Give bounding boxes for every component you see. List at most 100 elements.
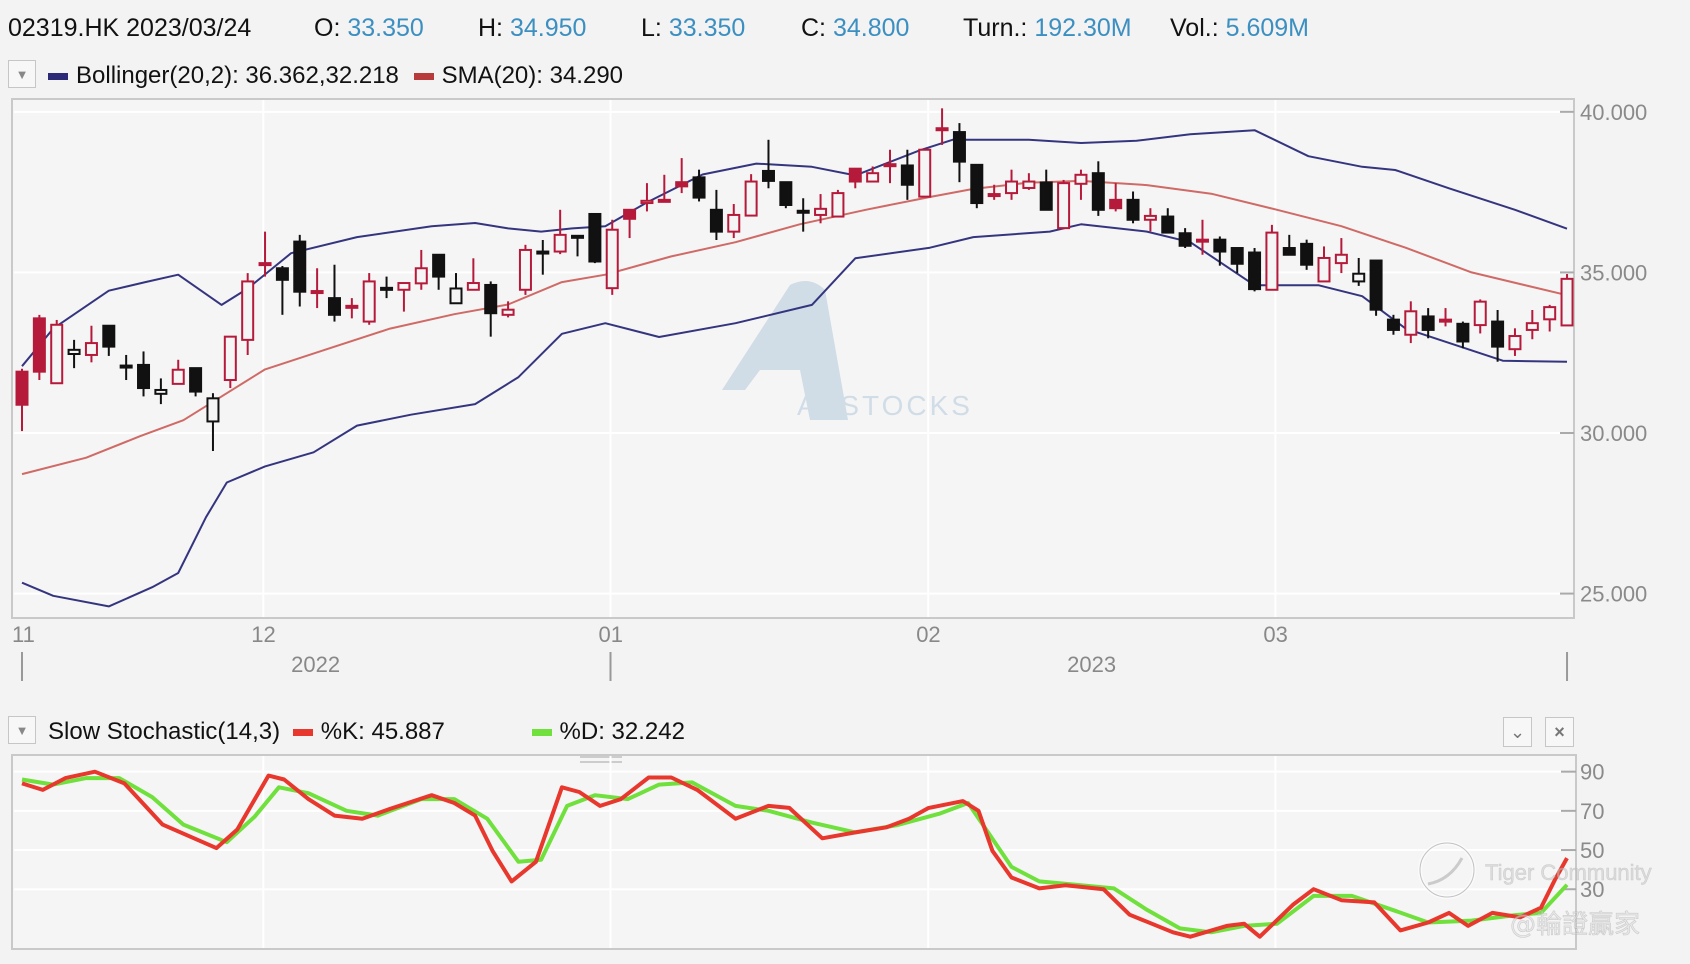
- candle-body: [449, 287, 463, 305]
- candle-body: [345, 304, 359, 309]
- candle-body: [588, 212, 602, 263]
- handle-watermark-text: @輪證贏家: [1510, 910, 1640, 940]
- candle-body: [484, 283, 498, 315]
- candle-body: [327, 297, 341, 316]
- candle-body: [171, 368, 185, 385]
- candle-body: [1300, 242, 1314, 266]
- candle-body: [137, 363, 151, 390]
- candle: [1265, 224, 1279, 291]
- candle: [1560, 274, 1574, 327]
- candle-body: [883, 163, 897, 168]
- candle-body: [241, 280, 255, 341]
- candle-body: [1265, 231, 1279, 291]
- month-label: 02: [916, 622, 940, 647]
- candle: [605, 219, 619, 295]
- candle-body: [761, 169, 775, 182]
- tiger-watermark-text: Tiger Community: [1485, 860, 1652, 885]
- candle-body: [866, 172, 880, 183]
- candle-body: [935, 127, 949, 132]
- candle-body: [900, 164, 914, 186]
- candle-body: [1543, 306, 1557, 321]
- candle-body: [536, 250, 550, 255]
- candle: [1369, 259, 1383, 316]
- candle-body: [1369, 259, 1383, 311]
- candle-body: [189, 367, 203, 393]
- main-ytick-label: 35.000: [1580, 260, 1647, 285]
- candle-body: [1456, 322, 1470, 343]
- candle-body: [605, 228, 619, 290]
- candle-body: [466, 282, 480, 291]
- candle: [362, 273, 376, 325]
- month-label: 01: [599, 622, 623, 647]
- candle-body: [310, 290, 324, 295]
- aastocks-watermark-text: AASTOCKS: [797, 390, 973, 421]
- main-ytick-label: 30.000: [1580, 421, 1647, 446]
- candle-body: [518, 248, 532, 291]
- candle-body: [1091, 172, 1105, 211]
- candle-body: [380, 286, 394, 291]
- candle-body: [1386, 318, 1400, 331]
- candle: [223, 335, 237, 389]
- candle-body: [814, 207, 828, 216]
- candle-body: [293, 240, 307, 293]
- candle-body: [1178, 232, 1192, 247]
- candle: [518, 244, 532, 295]
- candle-body: [50, 323, 64, 385]
- candle-body: [414, 267, 428, 285]
- candle-body: [1195, 238, 1209, 243]
- candle: [32, 314, 46, 381]
- candle-body: [848, 167, 862, 183]
- candle-body: [154, 388, 168, 395]
- candle-body: [1074, 173, 1088, 185]
- main-ytick-label: 25.000: [1580, 582, 1647, 607]
- candle-body: [1560, 277, 1574, 327]
- stoch-ytick-label: 90: [1580, 760, 1604, 785]
- candle-body: [501, 308, 515, 316]
- candle-body: [1005, 180, 1019, 195]
- candle-body: [1508, 335, 1522, 351]
- candle-body: [275, 267, 289, 281]
- candle-body: [796, 209, 810, 214]
- candle-body: [553, 233, 567, 253]
- candle-body: [640, 199, 654, 205]
- candle: [831, 189, 845, 218]
- candle-body: [362, 280, 376, 323]
- candle-body: [397, 282, 411, 291]
- candle-body: [987, 193, 1001, 198]
- candle-body: [1352, 272, 1366, 283]
- candle-body: [67, 348, 81, 356]
- candle-body: [15, 370, 29, 406]
- candle-body: [1491, 320, 1505, 348]
- candle-body: [1421, 315, 1435, 331]
- candle-body: [206, 397, 220, 423]
- candle-body: [102, 324, 116, 348]
- candle-body: [831, 192, 845, 218]
- candle-body: [258, 262, 272, 267]
- month-label: 12: [251, 622, 275, 647]
- year-label: 2022: [291, 652, 340, 677]
- candle-body: [727, 213, 741, 233]
- candle-body: [84, 342, 98, 356]
- candle: [50, 319, 64, 385]
- candle-body: [918, 148, 932, 198]
- month-label: 03: [1263, 622, 1287, 647]
- candle-body: [709, 208, 723, 233]
- candle: [1057, 179, 1071, 230]
- candle-body: [571, 234, 585, 239]
- candle-body: [623, 208, 637, 220]
- candle-body: [223, 335, 237, 382]
- candle-body: [1525, 322, 1539, 331]
- candle-body: [657, 198, 671, 203]
- candle-body: [1109, 198, 1123, 210]
- stoch-ytick-label: 70: [1580, 799, 1604, 824]
- candle-body: [32, 317, 46, 373]
- candle-body: [1230, 247, 1244, 265]
- candle-body: [1473, 300, 1487, 327]
- candle-body: [1317, 256, 1331, 283]
- candle-body: [675, 181, 689, 188]
- candle: [779, 181, 793, 209]
- candle-body: [692, 176, 706, 199]
- candle-body: [952, 131, 966, 163]
- candle-body: [1282, 247, 1296, 256]
- year-label: 2023: [1067, 652, 1116, 677]
